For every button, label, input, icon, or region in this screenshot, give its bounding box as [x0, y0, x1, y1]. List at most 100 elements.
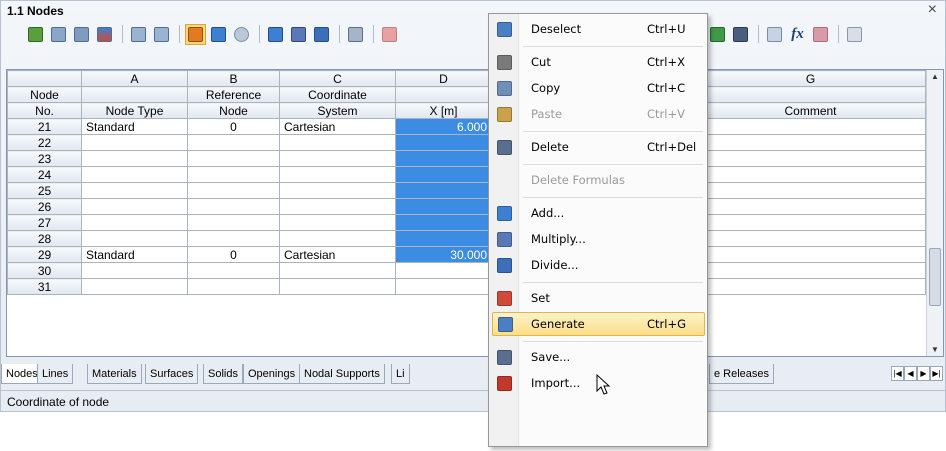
table-row[interactable]: 29 Standard 0 Cartesian 30.000: [7, 246, 926, 263]
divide-icon[interactable]: [311, 24, 332, 45]
fx-off-icon[interactable]: [810, 24, 831, 45]
table-row[interactable]: 21 Standard 0 Cartesian 6.000: [7, 118, 926, 135]
node-type-cell[interactable]: [81, 262, 188, 279]
row-number[interactable]: 28: [7, 230, 82, 247]
menu-item-cut[interactable]: Cut Ctrl+X: [489, 50, 707, 74]
menu-item-delete[interactable]: Delete Ctrl+Del: [489, 135, 707, 159]
x-coordinate-cell[interactable]: [395, 262, 492, 279]
row-number[interactable]: 24: [7, 166, 82, 183]
tab-materials[interactable]: Materials: [87, 364, 142, 384]
comment-cell[interactable]: [695, 262, 926, 279]
row-number[interactable]: 31: [7, 278, 82, 295]
table-row[interactable]: 25: [7, 182, 926, 199]
node-type-cell[interactable]: [81, 230, 188, 247]
delete-icon[interactable]: [345, 24, 366, 45]
menu-item-save[interactable]: Save...: [489, 345, 707, 369]
last-tab-icon[interactable]: ▶|: [930, 366, 943, 381]
fx-icon[interactable]: fx: [787, 24, 808, 45]
menu-item-multiply[interactable]: Multiply...: [489, 227, 707, 251]
first-tab-icon[interactable]: |◀: [891, 366, 904, 381]
table-row[interactable]: 28: [7, 230, 926, 247]
x-coordinate-cell[interactable]: [395, 230, 492, 247]
column-letter-a[interactable]: A: [81, 70, 188, 87]
scrollbar-thumb[interactable]: [929, 248, 941, 306]
coordinate-system-cell[interactable]: [279, 278, 396, 295]
menu-item-copy[interactable]: Copy Ctrl+C: [489, 76, 707, 100]
table-row[interactable]: 31: [7, 278, 926, 295]
row-number[interactable]: 25: [7, 182, 82, 199]
column-letter-d[interactable]: D: [395, 70, 492, 87]
comment-cell[interactable]: [695, 182, 926, 199]
column-letter-b[interactable]: B: [187, 70, 280, 87]
comment-cell[interactable]: [695, 230, 926, 247]
table-row[interactable]: 23: [7, 150, 926, 167]
reference-node-cell[interactable]: 0: [187, 246, 280, 263]
row-number[interactable]: 21: [7, 118, 82, 135]
table-row[interactable]: 24: [7, 166, 926, 183]
comment-cell[interactable]: [695, 214, 926, 231]
table-view-icon[interactable]: [25, 24, 46, 45]
node-type-cell[interactable]: [81, 134, 188, 151]
lock-icon[interactable]: [844, 24, 865, 45]
reference-node-cell[interactable]: [187, 262, 280, 279]
row-number[interactable]: 29: [7, 246, 82, 263]
prev-icon[interactable]: [128, 24, 149, 45]
coordinate-system-cell[interactable]: [279, 230, 396, 247]
calc-icon[interactable]: [730, 24, 751, 45]
close-icon[interactable]: ×: [928, 1, 937, 19]
comment-cell[interactable]: [695, 118, 926, 135]
insert-row-icon[interactable]: [48, 24, 69, 45]
next-tab-icon[interactable]: ▶: [917, 366, 930, 381]
row-number[interactable]: 30: [7, 262, 82, 279]
text-icon[interactable]: [764, 24, 785, 45]
x-coordinate-cell[interactable]: [395, 198, 492, 215]
reference-node-cell[interactable]: [187, 134, 280, 151]
select-active-icon[interactable]: [185, 23, 206, 45]
cut-icon[interactable]: [379, 24, 400, 45]
node-type-cell[interactable]: [81, 198, 188, 215]
x-coordinate-cell[interactable]: [395, 182, 492, 199]
node-type-cell[interactable]: [81, 182, 188, 199]
column-letter-g[interactable]: G: [695, 70, 926, 87]
tab-surfaces[interactable]: Surfaces: [145, 364, 199, 384]
tab-e-releases[interactable]: e Releases: [709, 364, 775, 384]
reference-node-cell[interactable]: 0: [187, 118, 280, 135]
x-coordinate-cell[interactable]: [395, 214, 492, 231]
select-icon[interactable]: [208, 24, 229, 45]
coordinate-system-cell[interactable]: [279, 134, 396, 151]
reference-node-cell[interactable]: [187, 214, 280, 231]
coordinate-system-cell[interactable]: [279, 262, 396, 279]
refresh-icon[interactable]: [231, 24, 252, 45]
tab-solids[interactable]: Solids: [203, 364, 243, 384]
grid-color-icon[interactable]: [94, 24, 115, 45]
multiply-icon[interactable]: [288, 24, 309, 45]
prev-tab-icon[interactable]: ◀: [904, 366, 917, 381]
scroll-down-icon[interactable]: ▼: [931, 345, 939, 354]
comment-cell[interactable]: [695, 278, 926, 295]
x-coordinate-cell[interactable]: 6.000: [395, 118, 492, 135]
node-type-cell[interactable]: [81, 150, 188, 167]
vertical-scrollbar[interactable]: ▲ ▼: [926, 70, 943, 356]
comment-cell[interactable]: [695, 166, 926, 183]
coordinate-system-cell[interactable]: [279, 198, 396, 215]
coordinate-system-cell[interactable]: [279, 182, 396, 199]
column-letter-c[interactable]: C: [279, 70, 396, 87]
coordinate-system-cell[interactable]: [279, 150, 396, 167]
coordinate-system-cell[interactable]: Cartesian: [279, 246, 396, 263]
row-number[interactable]: 26: [7, 198, 82, 215]
reference-node-cell[interactable]: [187, 278, 280, 295]
comment-cell[interactable]: [695, 246, 926, 263]
node-type-cell[interactable]: [81, 278, 188, 295]
x-coordinate-cell[interactable]: 30.000: [395, 246, 492, 263]
reference-node-cell[interactable]: [187, 198, 280, 215]
x-coordinate-cell[interactable]: [395, 150, 492, 167]
comment-cell[interactable]: [695, 198, 926, 215]
row-number[interactable]: 27: [7, 214, 82, 231]
menu-item-set[interactable]: Set: [489, 286, 707, 310]
coordinate-system-cell[interactable]: [279, 166, 396, 183]
next-icon[interactable]: [151, 24, 172, 45]
tab-lines[interactable]: Lines: [37, 364, 74, 384]
reference-node-cell[interactable]: [187, 182, 280, 199]
comment-cell[interactable]: [695, 150, 926, 167]
row-number[interactable]: 23: [7, 150, 82, 167]
